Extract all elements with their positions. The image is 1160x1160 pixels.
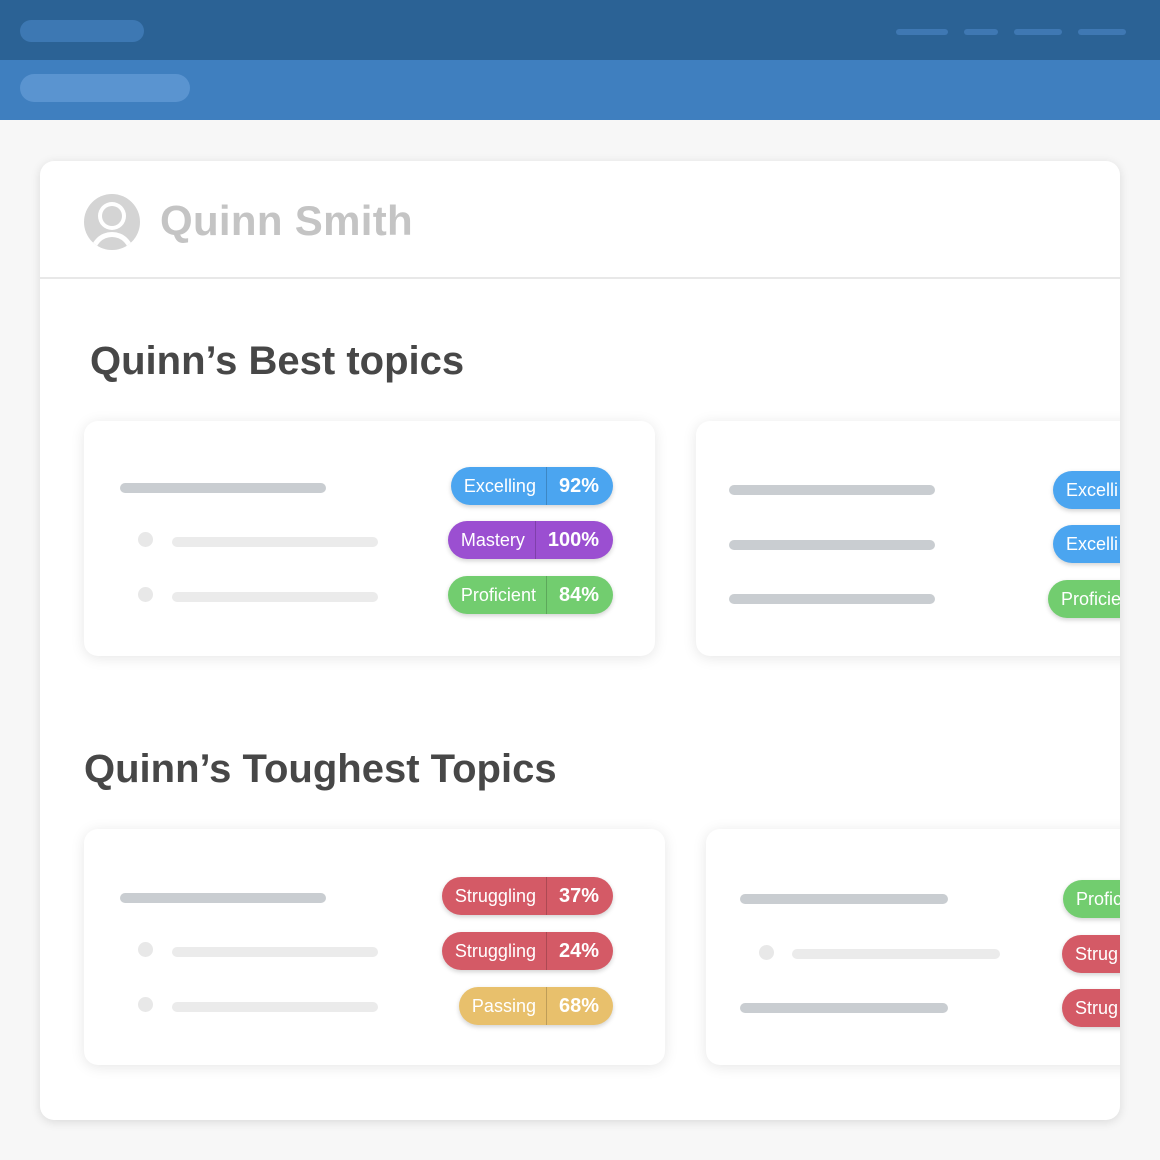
student-header: Quinn Smith — [40, 161, 1120, 279]
score-badge-percent: 24% — [545, 932, 613, 970]
subtopic-placeholder — [172, 537, 378, 547]
score-badge-label: Proficient — [460, 584, 536, 605]
topic-title-placeholder — [120, 893, 326, 903]
score-badge-percent: 68% — [545, 987, 613, 1025]
bullet-dot — [138, 587, 153, 602]
sub-nav-bar — [0, 60, 1160, 120]
score-badge[interactable]: Passing 68% — [458, 987, 613, 1025]
student-report-panel: Quinn Smith Quinn’s Best topics Excellin… — [40, 161, 1120, 1120]
score-badge[interactable]: Proficie — [1048, 580, 1120, 618]
topic-title-placeholder — [729, 540, 935, 550]
score-badge[interactable]: Excelli — [1053, 525, 1120, 563]
score-badge-percent: 37% — [545, 877, 613, 915]
score-badge-label: Proficie — [1061, 588, 1120, 609]
subtopic-placeholder — [172, 1002, 378, 1012]
score-badge[interactable]: Struggling 37% — [441, 877, 613, 915]
student-name: Quinn Smith — [160, 197, 413, 244]
toughest-topic-card[interactable]: Profic Strug Strug — [706, 829, 1120, 1065]
score-badge-label: Mastery — [460, 529, 525, 550]
topic-title-placeholder — [740, 1003, 948, 1013]
score-badge-percent: 92% — [545, 467, 613, 505]
best-topics-title: Quinn’s Best topics — [90, 339, 465, 383]
score-badge-label: Excelli — [1066, 533, 1119, 554]
breadcrumb-placeholder[interactable] — [20, 74, 190, 102]
score-badge[interactable]: Strug — [1062, 989, 1120, 1027]
bullet-dot — [138, 942, 153, 957]
nav-link-placeholder[interactable] — [896, 29, 948, 35]
bullet-dot — [759, 945, 774, 960]
score-badge-percent: 84% — [545, 576, 613, 614]
score-badge[interactable]: Excelli — [1053, 471, 1120, 509]
subtopic-placeholder — [792, 949, 1000, 959]
topic-title-placeholder — [740, 894, 948, 904]
topic-title-placeholder — [729, 594, 935, 604]
score-badge[interactable]: Excelling 92% — [450, 467, 613, 505]
score-badge[interactable]: Strug — [1062, 935, 1120, 973]
bullet-dot — [138, 997, 153, 1012]
nav-link-placeholder[interactable] — [1078, 29, 1126, 35]
subtopic-placeholder — [172, 592, 378, 602]
nav-link-placeholder[interactable] — [964, 29, 998, 35]
top-app-bar — [0, 0, 1160, 60]
best-topic-card[interactable]: Excelli Excelli Proficie — [696, 421, 1120, 656]
score-badge-label: Struggling — [454, 940, 536, 961]
toughest-topic-card[interactable]: Struggling 37% Struggling 24% Passing 68… — [84, 829, 665, 1065]
topic-title-placeholder — [729, 485, 935, 495]
score-badge-label: Struggling — [454, 885, 536, 906]
score-badge[interactable]: Struggling 24% — [441, 932, 613, 970]
score-badge[interactable]: Proficient 84% — [447, 576, 613, 614]
subtopic-placeholder — [172, 947, 378, 957]
score-badge-label: Strug — [1075, 943, 1119, 964]
score-badge-label: Excelling — [463, 475, 536, 496]
score-badge-label: Strug — [1075, 997, 1119, 1018]
avatar-icon — [84, 194, 140, 250]
score-badge[interactable]: Mastery 100% — [447, 521, 613, 559]
score-badge-percent: 100% — [534, 521, 613, 559]
bullet-dot — [138, 532, 153, 547]
score-badge-label: Excelli — [1066, 479, 1119, 500]
score-badge-label: Passing — [471, 995, 536, 1016]
score-badge-label: Profic — [1076, 888, 1120, 909]
nav-link-placeholder[interactable] — [1014, 29, 1062, 35]
app-logo-placeholder[interactable] — [20, 20, 144, 42]
best-topic-card[interactable]: Excelling 92% Mastery 100% Proficient 84… — [84, 421, 655, 656]
score-badge[interactable]: Profic — [1063, 880, 1120, 918]
topic-title-placeholder — [120, 483, 326, 493]
toughest-topics-title: Quinn’s Toughest Topics — [84, 747, 557, 791]
